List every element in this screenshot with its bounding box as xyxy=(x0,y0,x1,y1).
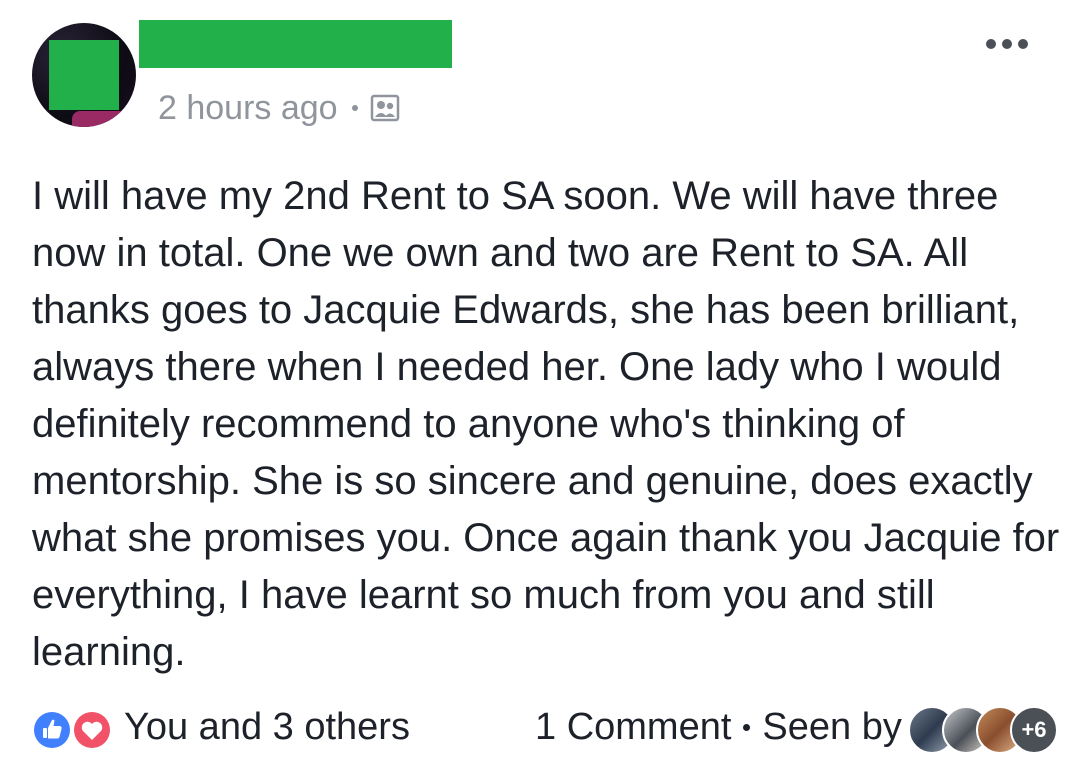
avatar-redaction xyxy=(49,40,119,110)
seen-by-avatars[interactable]: +6 xyxy=(908,706,1058,754)
seen-more-count[interactable]: +6 xyxy=(1010,706,1058,754)
more-options-icon[interactable] xyxy=(983,34,1031,54)
stats-separator-dot xyxy=(743,724,751,731)
author-avatar[interactable] xyxy=(32,23,136,127)
post-meta: 2 hours ago xyxy=(158,86,400,130)
post-card: 2 hours ago I will have my 2nd Rent to S… xyxy=(0,0,1079,776)
avatar-accent xyxy=(72,111,128,127)
comments-count[interactable]: 1 Comment xyxy=(535,706,731,749)
seen-by-label[interactable]: Seen by xyxy=(762,706,901,749)
group-privacy-icon[interactable] xyxy=(370,93,400,123)
post-timestamp[interactable]: 2 hours ago xyxy=(158,89,338,128)
author-name-redacted[interactable] xyxy=(139,20,452,68)
reaction-icons[interactable] xyxy=(30,708,120,752)
post-body-text: I will have my 2nd Rent to SA soon. We w… xyxy=(32,174,1060,674)
post-stats: 1 Comment Seen by xyxy=(535,706,902,749)
meta-separator-dot xyxy=(351,105,358,111)
post-footer: You and 3 others 1 Comment Seen by +6 xyxy=(0,700,1079,756)
reactions-summary[interactable]: You and 3 others xyxy=(124,706,410,749)
